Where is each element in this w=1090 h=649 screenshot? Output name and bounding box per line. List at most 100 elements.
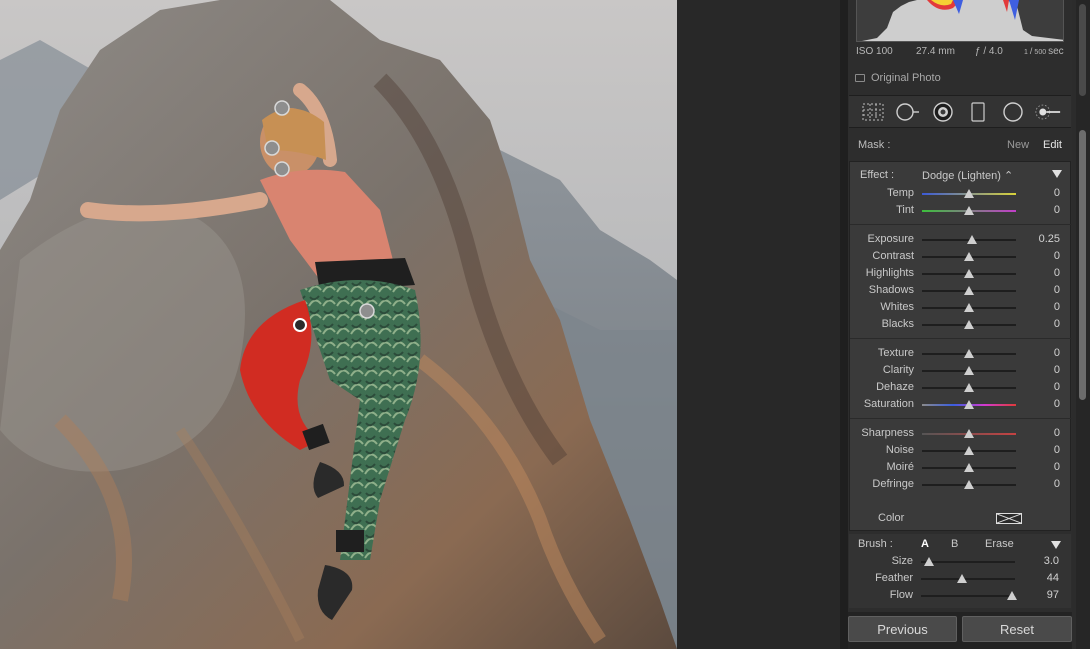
- slider-thumb[interactable]: [964, 349, 974, 358]
- slider-value[interactable]: 0: [1054, 347, 1060, 359]
- slider-value[interactable]: 0: [1054, 427, 1060, 439]
- slider-track[interactable]: [921, 595, 1015, 597]
- slider-whites: Whites 0: [850, 299, 1072, 316]
- slider-label: Size: [891, 555, 913, 567]
- histogram[interactable]: [856, 0, 1064, 42]
- slider-value[interactable]: 97: [1047, 589, 1059, 601]
- slider-value[interactable]: 0: [1054, 381, 1060, 393]
- group-separator: [850, 338, 1072, 339]
- slider-thumb[interactable]: [964, 269, 974, 278]
- slider-sharpness: Sharpness 0: [850, 425, 1072, 442]
- slider-thumb[interactable]: [1007, 591, 1018, 600]
- iso-readout: ISO 100: [856, 46, 893, 57]
- slider-value[interactable]: 0: [1054, 398, 1060, 410]
- histogram-graph: [862, 0, 1063, 41]
- slider-thumb[interactable]: [964, 320, 974, 329]
- slider-thumb[interactable]: [966, 235, 977, 244]
- brush-b-button[interactable]: B: [951, 538, 958, 550]
- slider-label: Clarity: [882, 364, 914, 376]
- brush-a-button[interactable]: A: [921, 538, 929, 550]
- scrollbar-segment[interactable]: [1079, 4, 1086, 96]
- spot-removal-icon[interactable]: [895, 100, 921, 124]
- slider-label: Feather: [875, 572, 913, 584]
- radial-filter-icon[interactable]: [1000, 100, 1026, 124]
- slider-value[interactable]: 3.0: [1044, 555, 1059, 567]
- slider-thumb[interactable]: [964, 446, 974, 455]
- slider-thumb[interactable]: [964, 252, 974, 261]
- aperture-readout: ƒ / 4.0: [975, 46, 1003, 57]
- slider-value[interactable]: 0: [1054, 267, 1060, 279]
- slider-label: Temp: [887, 187, 914, 199]
- mask-edit-button[interactable]: Edit: [1043, 139, 1062, 151]
- slider-value[interactable]: 44: [1047, 572, 1059, 584]
- color-swatch[interactable]: [996, 513, 1022, 524]
- slider-value[interactable]: 0: [1054, 301, 1060, 313]
- brush-settings: Brush : A B Erase Size 3.0 Feather 44 Flow 97: [849, 534, 1071, 608]
- slider-thumb[interactable]: [964, 480, 974, 489]
- slider-thumb[interactable]: [964, 303, 974, 312]
- slider-blacks: Blacks 0: [850, 316, 1072, 333]
- slider-defringe: Defringe 0: [850, 476, 1072, 493]
- mask-label: Mask :: [858, 139, 891, 151]
- crop-overlay-icon[interactable]: [860, 100, 886, 124]
- color-row: Color: [850, 508, 1072, 528]
- brush-label: Brush :: [858, 538, 893, 550]
- slider-value[interactable]: 0: [1054, 444, 1060, 456]
- original-photo-toggle[interactable]: Original Photo: [855, 72, 941, 84]
- shutter-unit: sec: [1048, 46, 1064, 57]
- slider-label: Shadows: [868, 284, 914, 296]
- brush-header: Brush : A B Erase: [849, 537, 1071, 553]
- slider-value[interactable]: 0: [1054, 187, 1060, 199]
- scrollbar-thumb[interactable]: [1079, 130, 1086, 400]
- slider-thumb[interactable]: [964, 400, 974, 409]
- slider-exposure: Exposure 0.25: [850, 231, 1072, 248]
- slider-label: Moiré: [886, 461, 914, 473]
- brush-slider-flow: Flow 97: [849, 587, 1071, 604]
- shutter-readout: 1/500 sec: [1024, 46, 1064, 57]
- slider-value[interactable]: 0: [1054, 478, 1060, 490]
- mask-row: Mask : New Edit: [849, 132, 1071, 158]
- slider-value[interactable]: 0: [1054, 364, 1060, 376]
- effect-selector[interactable]: Effect : Dodge (Lighten) ⌃: [850, 167, 1072, 183]
- slider-thumb[interactable]: [964, 463, 974, 472]
- panel-collapse-icon[interactable]: [1052, 170, 1062, 178]
- brush-slider-size: Size 3.0: [849, 553, 1071, 570]
- group-separator: [850, 418, 1072, 419]
- panel-divider[interactable]: [840, 0, 848, 649]
- red-eye-icon[interactable]: [930, 100, 956, 124]
- canvas-background: [677, 0, 840, 649]
- slider-thumb[interactable]: [964, 366, 974, 375]
- slider-value[interactable]: 0: [1054, 318, 1060, 330]
- slider-thumb[interactable]: [964, 189, 974, 198]
- color-label: Color: [878, 512, 905, 524]
- slider-value[interactable]: 0: [1054, 250, 1060, 262]
- slider-label: Contrast: [872, 250, 914, 262]
- original-photo-checkbox[interactable]: [855, 74, 865, 82]
- slider-label: Dehaze: [876, 381, 914, 393]
- slider-thumb[interactable]: [964, 206, 974, 215]
- slider-value[interactable]: 0: [1054, 284, 1060, 296]
- brush-erase-button[interactable]: Erase: [985, 538, 1014, 550]
- slider-thumb[interactable]: [964, 286, 974, 295]
- slider-thumb[interactable]: [964, 429, 974, 438]
- slider-track[interactable]: [921, 578, 1015, 580]
- slider-value[interactable]: 0.25: [1039, 233, 1060, 245]
- adjustment-brush-icon[interactable]: [1034, 100, 1061, 124]
- effect-preset-dropdown[interactable]: Dodge (Lighten) ⌃: [922, 169, 1013, 182]
- slider-thumb[interactable]: [964, 383, 974, 392]
- slider-track[interactable]: [921, 561, 1015, 563]
- slider-dehaze: Dehaze 0: [850, 379, 1072, 396]
- slider-thumb[interactable]: [923, 557, 934, 566]
- brush-slider-feather: Feather 44: [849, 570, 1071, 587]
- mask-new-button[interactable]: New: [1007, 139, 1029, 151]
- slider-thumb[interactable]: [957, 574, 968, 583]
- brush-collapse-icon[interactable]: [1051, 541, 1061, 549]
- previous-button[interactable]: Previous: [848, 616, 957, 642]
- reset-button[interactable]: Reset: [962, 616, 1072, 642]
- photo-canvas[interactable]: [0, 0, 677, 649]
- slider-value[interactable]: 0: [1054, 461, 1060, 473]
- graduated-filter-icon[interactable]: [965, 100, 991, 124]
- slider-value[interactable]: 0: [1054, 204, 1060, 216]
- slider-saturation: Saturation 0: [850, 396, 1072, 413]
- slider-texture: Texture 0: [850, 345, 1072, 362]
